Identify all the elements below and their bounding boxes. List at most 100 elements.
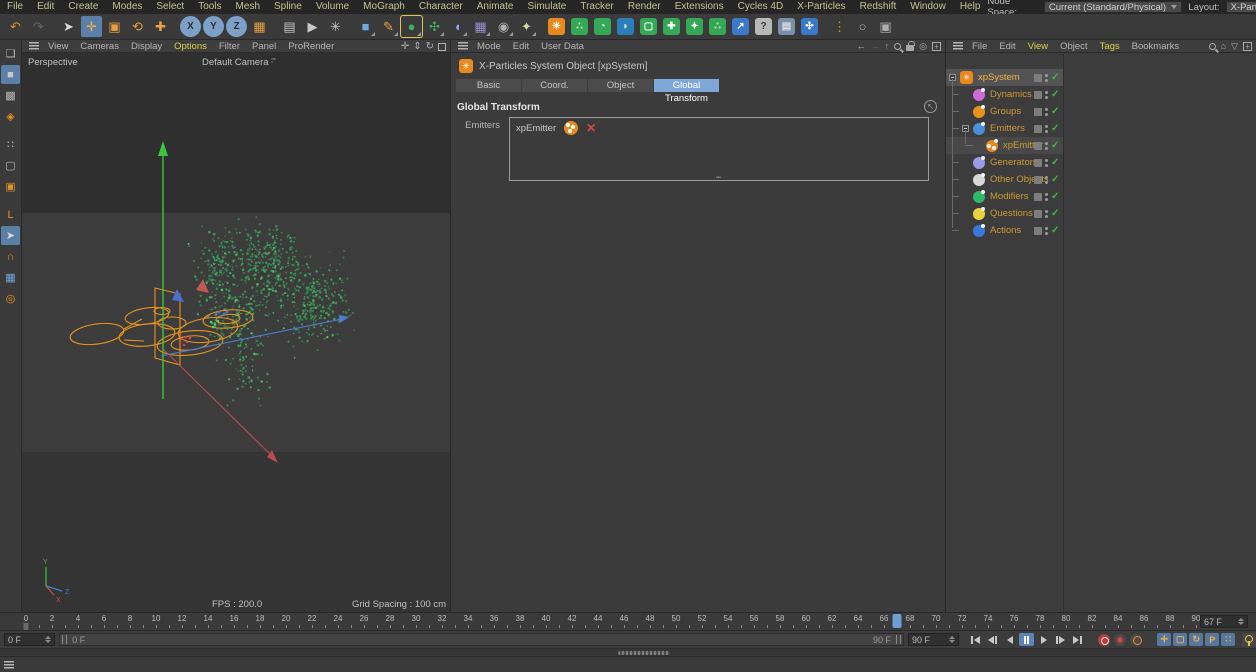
frame-stepper[interactable] xyxy=(949,636,955,643)
new-panel-icon[interactable]: + xyxy=(932,42,941,51)
om-menu-edit[interactable]: Edit xyxy=(993,40,1021,53)
key-parameter-toggle[interactable]: P xyxy=(1205,633,1219,646)
new-panel-icon[interactable]: + xyxy=(1243,42,1252,51)
tab-object[interactable]: Object xyxy=(588,79,653,92)
viewport-pan-icon[interactable]: ✛ xyxy=(401,41,409,52)
parent-object-icon[interactable]: ↑ xyxy=(885,41,890,51)
layer-toggle[interactable] xyxy=(1034,125,1042,133)
layer-toggle[interactable] xyxy=(1034,159,1042,167)
emitters-list-box[interactable]: xpEmitter ✕ ┅ xyxy=(509,117,929,181)
spline-pen-icon[interactable]: ✎ xyxy=(378,16,399,37)
menu-cycles-4d[interactable]: Cycles 4D xyxy=(731,0,791,14)
menu-volume[interactable]: Volume xyxy=(309,0,356,14)
prev-frame-button[interactable] xyxy=(1002,633,1017,646)
fcurve-icon[interactable]: ⋮ xyxy=(829,16,850,37)
range-start-grip[interactable] xyxy=(62,635,67,644)
render-picture-viewer-icon[interactable]: ▶ xyxy=(302,16,323,37)
object-picker-icon[interactable]: ↖ xyxy=(924,100,937,113)
menu-extensions[interactable]: Extensions xyxy=(668,0,731,14)
primitive-cube-icon[interactable]: ■ xyxy=(355,16,376,37)
layer-toggle[interactable] xyxy=(1034,193,1042,201)
coord-system-icon[interactable]: ▦ xyxy=(249,16,270,37)
xp-time-icon[interactable]: ◔ xyxy=(592,16,613,37)
tab-coord-[interactable]: Coord. xyxy=(522,79,587,92)
visibility-dots[interactable] xyxy=(1045,74,1048,82)
menu-mograph[interactable]: MoGraph xyxy=(356,0,412,14)
viewport-rotate-icon[interactable]: ↻ xyxy=(426,41,434,52)
tab-global-transform[interactable]: Global Transform xyxy=(654,79,719,92)
focus-icon[interactable]: ◎ xyxy=(919,41,927,52)
deformers-icon[interactable]: ◖ xyxy=(447,16,468,37)
timeline-scrollbar[interactable] xyxy=(0,648,1256,656)
viewport-menu-prorender[interactable]: ProRender xyxy=(282,40,340,53)
menu-tracker[interactable]: Tracker xyxy=(573,0,621,14)
lock-z-axis-icon[interactable]: Z xyxy=(226,16,247,37)
status-menu-icon[interactable] xyxy=(4,661,14,669)
attribute-menu-edit[interactable]: Edit xyxy=(507,40,535,53)
history-forward-icon[interactable]: → xyxy=(871,41,880,51)
viewport-menu-cameras[interactable]: Cameras xyxy=(74,40,125,53)
viewport-menu-filter[interactable]: Filter xyxy=(213,40,246,53)
xp-action-icon[interactable]: ↗ xyxy=(730,16,751,37)
scale-tool-icon[interactable]: ▣ xyxy=(104,16,125,37)
layer-toggle[interactable] xyxy=(1034,142,1042,150)
goto-end-button[interactable] xyxy=(1070,633,1085,646)
enabled-check-icon[interactable]: ✓ xyxy=(1051,192,1059,202)
filter-icon[interactable]: ▽ xyxy=(1231,41,1238,52)
preview-range-slider[interactable]: 0 F 90 F xyxy=(59,633,904,646)
layer-toggle[interactable] xyxy=(1034,91,1042,99)
frame-stepper[interactable] xyxy=(45,636,51,643)
remove-emitter-icon[interactable]: ✕ xyxy=(586,121,596,135)
tab-basic[interactable]: Basic xyxy=(456,79,521,92)
magnet-snap-icon[interactable]: ∩ xyxy=(1,247,20,266)
panel-menu-icon[interactable] xyxy=(953,42,963,50)
menu-simulate[interactable]: Simulate xyxy=(520,0,573,14)
tree-row-xpsystem[interactable]: ✳xpSystem✓ xyxy=(946,69,1063,86)
visibility-dots[interactable] xyxy=(1045,176,1048,184)
frame0-marker[interactable] xyxy=(24,623,29,630)
xp-generator-icon[interactable]: ▢ xyxy=(638,16,659,37)
environment-icon[interactable]: ▦ xyxy=(470,16,491,37)
menu-redshift[interactable]: Redshift xyxy=(853,0,904,14)
layer-toggle[interactable] xyxy=(1034,74,1042,82)
next-key-button[interactable] xyxy=(1053,633,1068,646)
console-icon[interactable]: ○ xyxy=(852,16,873,37)
om-menu-bookmarks[interactable]: Bookmarks xyxy=(1126,40,1186,53)
visibility-dots[interactable] xyxy=(1045,210,1048,218)
tree-row-questions[interactable]: Questions✓ xyxy=(946,205,1256,222)
menu-edit[interactable]: Edit xyxy=(30,0,61,14)
visibility-dots[interactable] xyxy=(1045,227,1048,235)
content-browser-icon[interactable]: ▣ xyxy=(875,16,896,37)
polygons-mode-icon[interactable]: ▣ xyxy=(1,177,20,196)
visibility-dots[interactable] xyxy=(1045,142,1048,150)
layer-toggle[interactable] xyxy=(1034,108,1042,116)
lock-icon[interactable] xyxy=(906,45,914,51)
xp-sprites-icon[interactable]: ◗ xyxy=(615,16,636,37)
enabled-check-icon[interactable]: ✓ xyxy=(1051,175,1059,185)
visibility-dots[interactable] xyxy=(1045,91,1048,99)
menu-spline[interactable]: Spline xyxy=(267,0,309,14)
next-frame-button[interactable] xyxy=(1036,633,1051,646)
tree-row-modifiers[interactable]: Modifiers✓ xyxy=(946,188,1256,205)
last-tool-icon[interactable]: ✚ xyxy=(150,16,171,37)
enabled-check-icon[interactable]: ✓ xyxy=(1051,209,1059,219)
emitter-list-item[interactable]: xpEmitter ✕ xyxy=(510,118,928,138)
scrollbar-handle[interactable] xyxy=(618,651,670,655)
enabled-check-icon[interactable]: ✓ xyxy=(1051,226,1059,236)
menu-file[interactable]: File xyxy=(0,0,30,14)
search-icon[interactable] xyxy=(894,43,901,50)
om-menu-view[interactable]: View xyxy=(1022,40,1054,53)
lock-axis-icon[interactable]: ◎ xyxy=(1,289,20,308)
xp-data-icon[interactable]: ▤ xyxy=(776,16,797,37)
viewport-menu-options[interactable]: Options xyxy=(168,40,213,53)
current-frame-input[interactable]: 0 F xyxy=(4,633,55,646)
tree-row-dynamics[interactable]: Dynamics✓ xyxy=(946,86,1256,103)
menu-tools[interactable]: Tools xyxy=(191,0,228,14)
visibility-dots[interactable] xyxy=(1045,108,1048,116)
viewport-menu-panel[interactable]: Panel xyxy=(246,40,282,53)
light-icon[interactable]: ✦ xyxy=(516,16,537,37)
key-scale-toggle[interactable]: ▢ xyxy=(1173,633,1187,646)
viewport-dolly-icon[interactable]: ⇕ xyxy=(413,41,421,52)
panel-menu-icon[interactable] xyxy=(458,42,468,50)
render-view-icon[interactable]: ▤ xyxy=(279,16,300,37)
